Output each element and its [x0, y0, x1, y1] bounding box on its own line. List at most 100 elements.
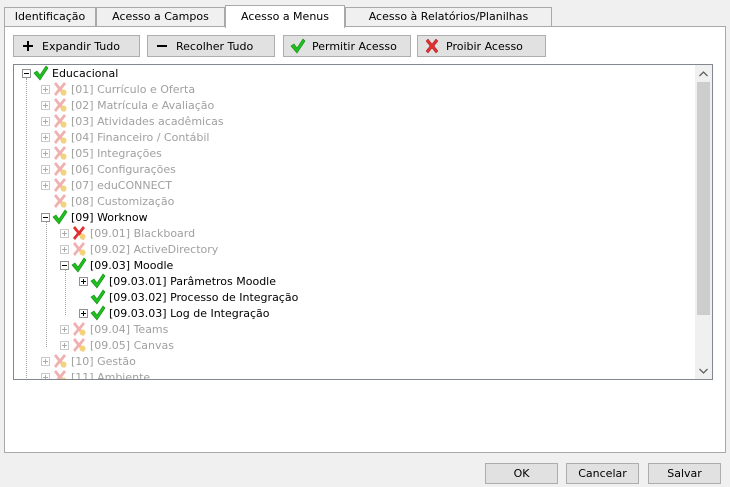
- x-lock-icon: [54, 194, 67, 208]
- tree-item-09-05[interactable]: [09.05] Canvas: [60, 337, 174, 353]
- check-icon: [90, 289, 106, 305]
- tree-item-09-03-01[interactable]: [09.03.01] Parâmetros Moodle: [79, 273, 276, 289]
- tree-item-label: [06] Configurações: [71, 162, 176, 176]
- tree-item-09-01[interactable]: [09.01] Blackboard: [60, 225, 195, 241]
- minus-icon: [154, 38, 170, 54]
- expand-toggle-icon[interactable]: [41, 84, 50, 94]
- expand-toggle-icon[interactable]: [60, 244, 69, 254]
- expand-toggle-icon[interactable]: [79, 308, 88, 318]
- tree-item-10[interactable]: [10] Gestão: [41, 353, 136, 369]
- expand-all-label: Expandir Tudo: [42, 39, 120, 53]
- x-lock-icon: [73, 242, 86, 256]
- expand-toggle-icon[interactable]: [41, 100, 50, 110]
- tree-item-label: [09.03.03] Log de Integração: [109, 306, 270, 320]
- tree-item-03[interactable]: [03] Atividades acadêmicas: [41, 113, 224, 129]
- tab-label: Identificação: [14, 10, 86, 23]
- tree-item-09-03[interactable]: [09.03] Moodle: [60, 257, 173, 273]
- expand-toggle-icon[interactable]: [41, 116, 50, 126]
- check-icon: [33, 65, 49, 81]
- expand-toggle-icon[interactable]: [60, 228, 69, 238]
- expand-toggle-icon[interactable]: [41, 132, 50, 142]
- tree-item-11[interactable]: [11] Ambiente: [41, 369, 150, 379]
- expand-toggle-icon[interactable]: [41, 180, 50, 190]
- expand-toggle-icon[interactable]: [79, 276, 88, 286]
- expand-toggle-icon[interactable]: [60, 340, 69, 350]
- tree-item-label: [09] Worknow: [71, 210, 148, 224]
- tab-identificacao[interactable]: Identificação: [4, 7, 96, 27]
- x-lock-icon: [73, 226, 86, 240]
- tab-acesso-relatorios[interactable]: Acesso à Relatórios/Planilhas: [345, 7, 552, 27]
- tree-connector: [26, 78, 27, 378]
- tree-item-09-04[interactable]: [09.04] Teams: [60, 321, 168, 337]
- x-lock-icon: [73, 338, 86, 352]
- tab-acesso-campos[interactable]: Acesso a Campos: [96, 7, 225, 27]
- tree-item-02[interactable]: [02] Matrícula e Avaliação: [41, 97, 214, 113]
- tree-item-label: [09.03] Moodle: [90, 258, 174, 272]
- check-icon: [290, 38, 306, 54]
- allow-access-button[interactable]: Permitir Acesso: [283, 35, 411, 57]
- tree-item-06[interactable]: [06] Configurações: [41, 161, 176, 177]
- tree-content: Educacional [01] Currículo e Oferta [02]…: [14, 65, 695, 379]
- expand-all-button[interactable]: Expandir Tudo: [13, 35, 140, 57]
- tree-item-09-02[interactable]: [09.02] ActiveDirectory: [60, 241, 218, 257]
- x-lock-icon: [54, 82, 67, 96]
- tree-item-01[interactable]: [01] Currículo e Oferta: [41, 81, 195, 97]
- tree-item-label: Educacional: [52, 66, 119, 80]
- tree-connector: [65, 270, 66, 315]
- tree-item-label: [09.05] Canvas: [90, 338, 174, 352]
- tree-item-04[interactable]: [04] Financeiro / Contábil: [41, 129, 209, 145]
- tree-item-educacional[interactable]: Educacional: [22, 65, 118, 81]
- tab-label: Acesso a Campos: [112, 10, 209, 23]
- tree-item-label: [10] Gestão: [71, 354, 136, 368]
- tree-item-label: [09.02] ActiveDirectory: [90, 242, 219, 256]
- cancel-label: Cancelar: [578, 467, 627, 480]
- expand-toggle-icon[interactable]: [41, 356, 50, 366]
- x-lock-icon: [54, 354, 67, 368]
- check-icon: [90, 305, 106, 321]
- ok-button[interactable]: OK: [485, 463, 558, 484]
- tree-item-label: [09.01] Blackboard: [90, 226, 196, 240]
- collapse-toggle-icon[interactable]: [22, 68, 31, 78]
- expand-toggle-icon[interactable]: [41, 372, 50, 379]
- x-lock-icon: [54, 130, 67, 144]
- tree-item-label: [08] Customização: [71, 194, 175, 208]
- tree-item-label: [09.04] Teams: [90, 322, 169, 336]
- tab-label: Acesso à Relatórios/Planilhas: [368, 10, 529, 23]
- tree-scrollbar[interactable]: [695, 65, 712, 379]
- tree-item-08[interactable]: [08] Customização: [41, 193, 174, 209]
- tree-item-label: [09.03.02] Processo de Integração: [109, 290, 299, 304]
- tree-item-label: [09.03.01] Parâmetros Moodle: [109, 274, 276, 288]
- menu-tree[interactable]: Educacional [01] Currículo e Oferta [02]…: [13, 64, 713, 380]
- x-lock-icon: [73, 322, 86, 336]
- collapse-all-button[interactable]: Recolher Tudo: [147, 35, 275, 57]
- tree-item-09-03-03[interactable]: [09.03.03] Log de Integração: [79, 305, 270, 321]
- tree-item-05[interactable]: [05] Integrações: [41, 145, 162, 161]
- tree-item-label: [01] Currículo e Oferta: [71, 82, 196, 96]
- expand-toggle-icon[interactable]: [41, 164, 50, 174]
- scrollbar-thumb[interactable]: [697, 82, 710, 315]
- tree-item-09-03-02[interactable]: [09.03.02] Processo de Integração: [79, 289, 298, 305]
- collapse-toggle-icon[interactable]: [41, 212, 50, 222]
- scroll-up-icon[interactable]: [695, 65, 712, 82]
- tree-item-09[interactable]: [09] Worknow: [41, 209, 148, 225]
- expand-toggle-icon[interactable]: [41, 148, 50, 158]
- tree-connector: [46, 222, 47, 347]
- collapse-toggle-icon[interactable]: [60, 260, 69, 270]
- allow-access-label: Permitir Acesso: [312, 39, 397, 53]
- expand-toggle-icon[interactable]: [60, 324, 69, 334]
- cancel-button[interactable]: Cancelar: [566, 463, 639, 484]
- scroll-down-icon[interactable]: [695, 362, 712, 379]
- plus-icon: [20, 38, 36, 54]
- save-button[interactable]: Salvar: [648, 463, 721, 484]
- x-lock-icon: [54, 162, 67, 176]
- x-lock-icon: [54, 146, 67, 160]
- x-lock-icon: [54, 370, 67, 379]
- tab-acesso-menus[interactable]: Acesso a Menus: [225, 5, 345, 28]
- collapse-all-label: Recolher Tudo: [176, 39, 254, 53]
- tree-item-07[interactable]: [07] eduCONNECT: [41, 177, 172, 193]
- x-icon: [424, 38, 440, 54]
- deny-access-button[interactable]: Proibir Acesso: [417, 35, 546, 57]
- check-icon: [71, 257, 87, 273]
- deny-access-label: Proibir Acesso: [446, 39, 523, 53]
- save-label: Salvar: [667, 467, 702, 480]
